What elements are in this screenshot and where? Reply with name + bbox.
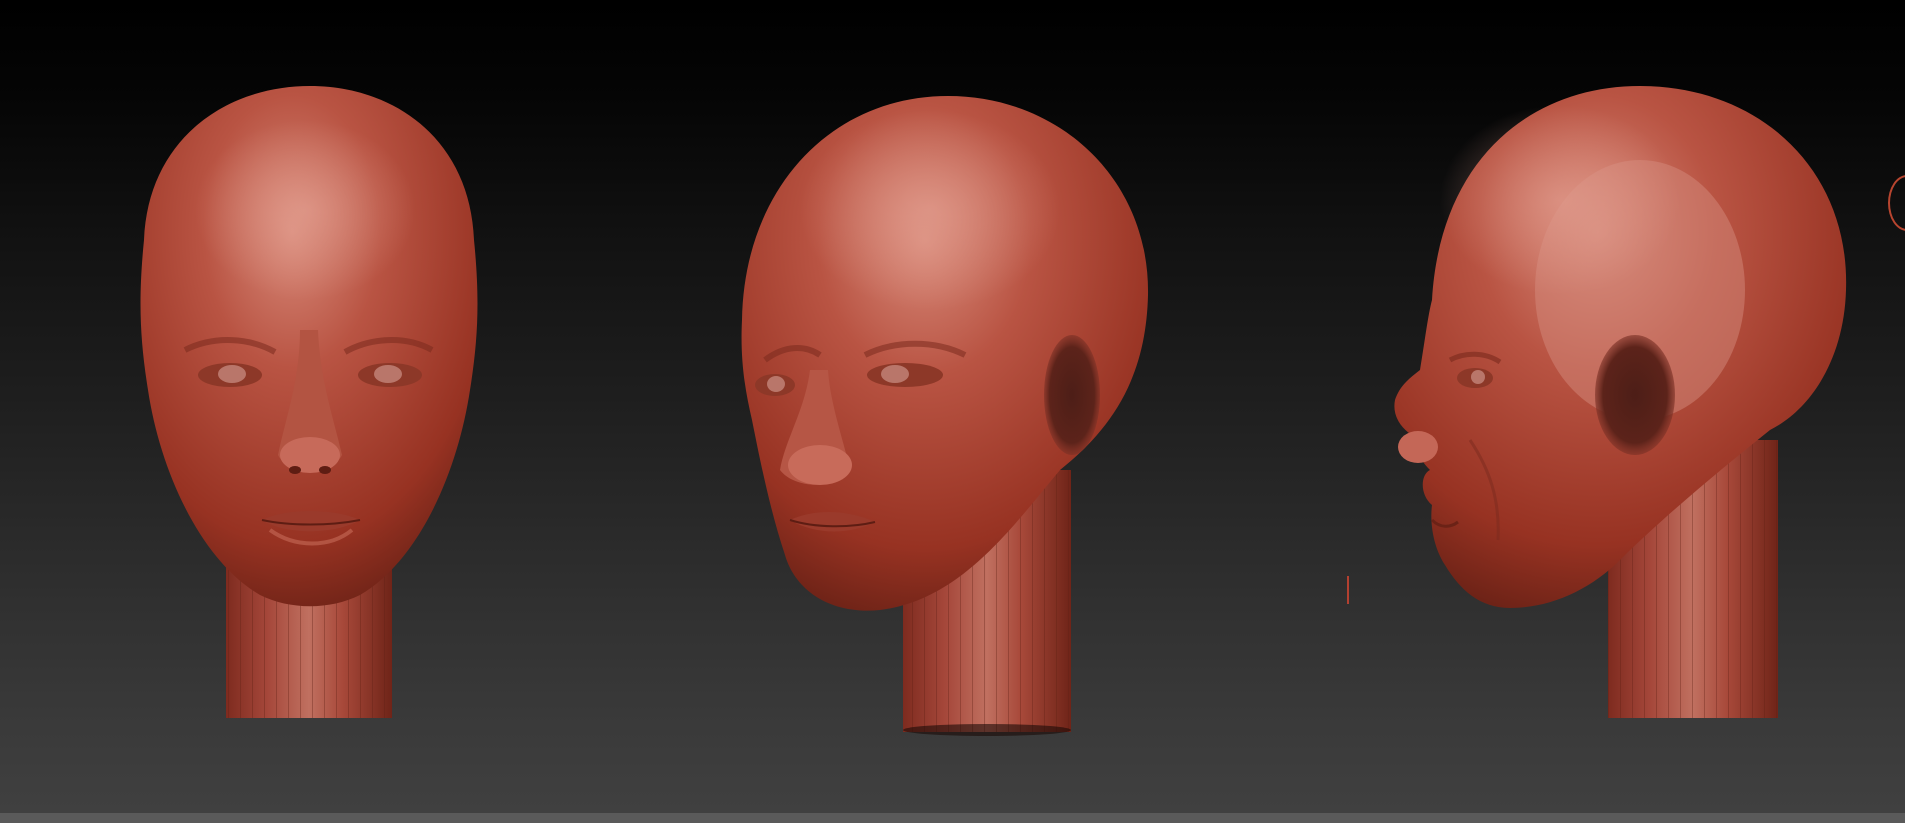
head-model-side[interactable] [1394,86,1847,718]
ear-three-quarter [1044,335,1100,455]
head-model-three-quarter[interactable] [741,96,1149,736]
stray-mark [1347,576,1349,604]
sculpt-viewport[interactable] [0,0,1905,813]
head-model-front[interactable] [140,86,478,718]
ear-side [1595,335,1675,455]
bottom-bar [0,813,1905,823]
sculpt-canvas[interactable] [0,0,1905,813]
